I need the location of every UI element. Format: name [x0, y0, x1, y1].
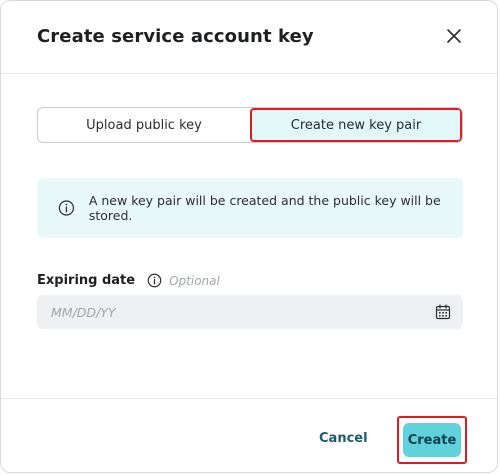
expiring-date-label-row: Expiring date Optional: [37, 273, 220, 288]
expiring-date-field[interactable]: [37, 295, 463, 329]
info-icon: [58, 200, 75, 216]
upload-public-key-option[interactable]: Upload public key: [38, 108, 250, 142]
dialog-title: Create service account key: [37, 26, 314, 47]
create-service-account-key-dialog: Create service account key Upload public…: [0, 0, 498, 473]
cancel-button[interactable]: Cancel: [319, 431, 368, 446]
dialog-header: Create service account key: [1, 1, 497, 74]
create-new-key-pair-option[interactable]: Create new key pair: [250, 108, 462, 142]
optional-hint: Optional: [169, 273, 220, 288]
dialog-footer: Cancel Create: [1, 398, 497, 474]
create-button[interactable]: Create: [403, 423, 461, 457]
close-icon[interactable]: [444, 26, 464, 46]
expiring-date-input[interactable]: [49, 303, 413, 321]
create-button-highlight: Create: [397, 416, 467, 464]
info-banner: A new key pair will be created and the p…: [37, 178, 463, 238]
calendar-icon[interactable]: [435, 304, 451, 320]
info-banner-text: A new key pair will be created and the p…: [88, 193, 441, 223]
expiring-date-label: Expiring date: [37, 273, 136, 288]
key-source-toggle: Upload public key Create new key pair: [37, 107, 463, 143]
info-icon[interactable]: [147, 273, 162, 288]
